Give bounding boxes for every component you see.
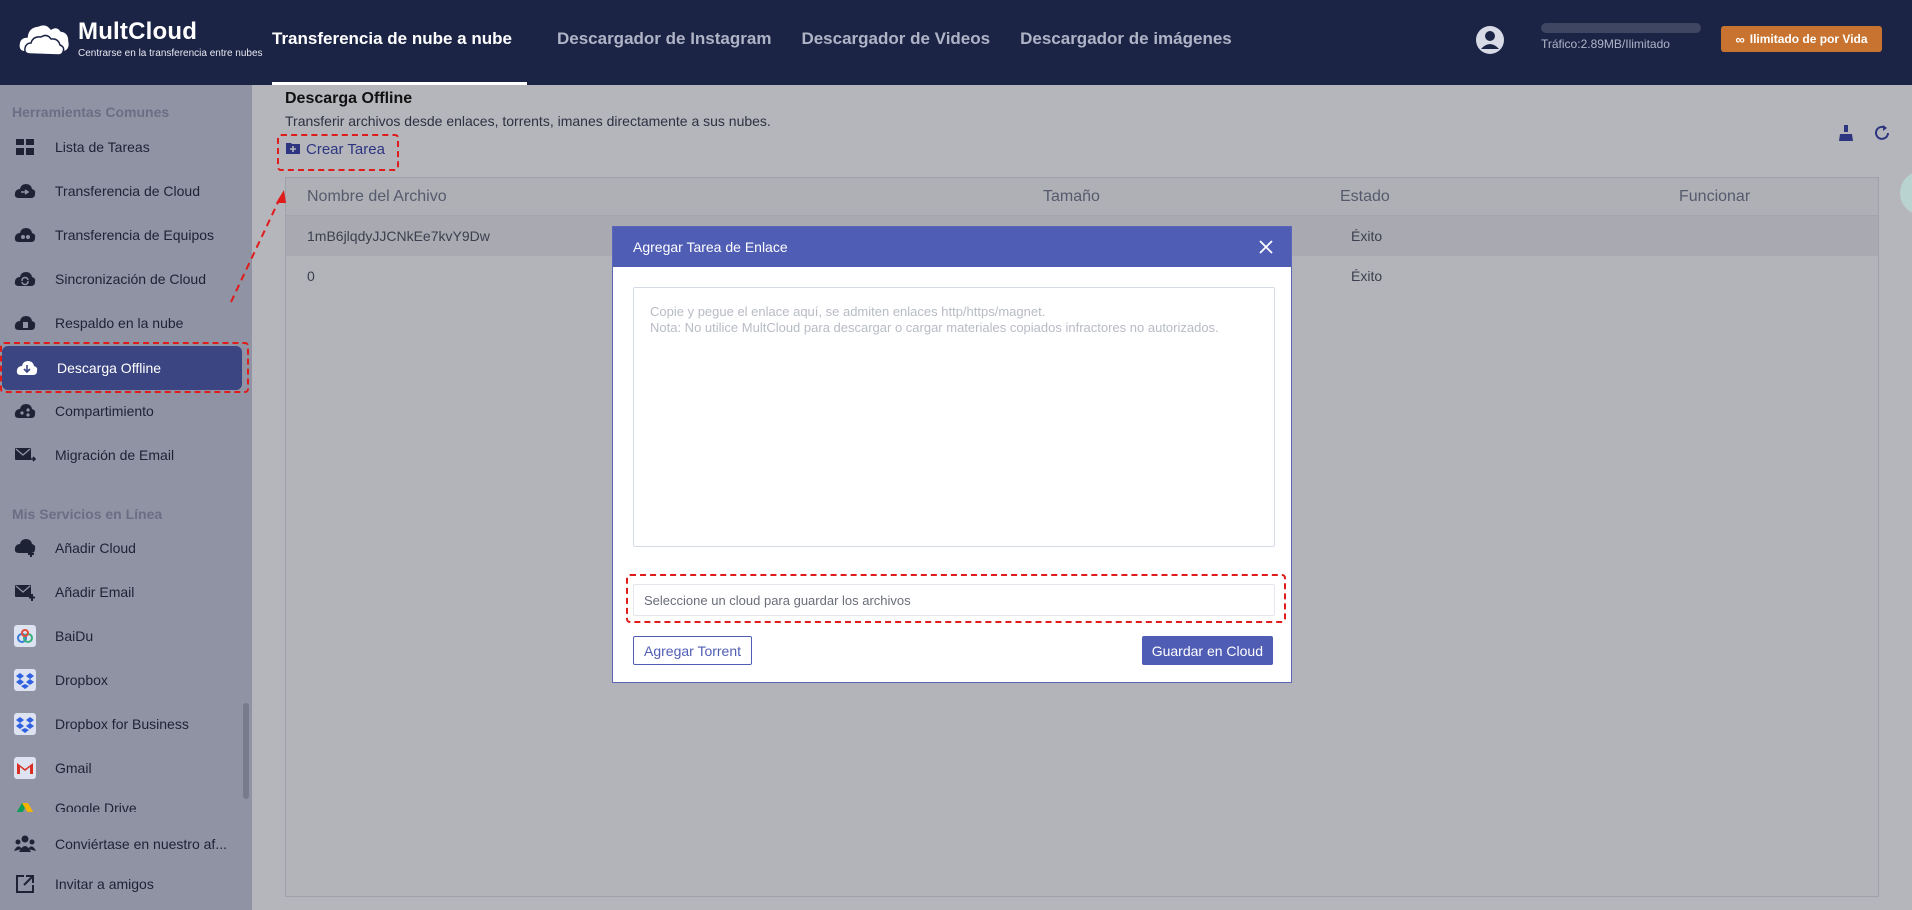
section-online-services: Mis Servicios en Línea (12, 506, 163, 522)
unlimited-upgrade-button[interactable]: ∞ Ilimitado de por Vida (1721, 26, 1882, 52)
save-to-cloud-button[interactable]: Guardar en Cloud (1141, 636, 1273, 665)
sidebar-item-label: Compartimiento (55, 403, 154, 419)
infinity-icon: ∞ (1735, 31, 1745, 47)
sidebar-scrollbar[interactable] (243, 703, 249, 799)
traffic-text: Tráfico:2.89MB/Ilimitado (1541, 37, 1670, 51)
dropbox-business-icon (13, 712, 37, 736)
page-title: Descarga Offline (285, 90, 413, 107)
email-migration-icon (13, 443, 37, 467)
team-transfer-icon (13, 223, 37, 247)
link-textarea[interactable]: Copie y pegue el enlace aquí, se admiten… (633, 287, 1275, 547)
add-email-icon (13, 580, 37, 604)
sidebar-item-add-email[interactable]: Añadir Email (0, 570, 248, 614)
sidebar-item-label: Google Drive (55, 800, 137, 812)
affiliate-icon (13, 832, 37, 856)
baidu-icon (13, 624, 37, 648)
column-size: Tamaño (1043, 187, 1100, 205)
logo[interactable]: MultCloud Centrarse en la transferencia … (16, 18, 263, 60)
sidebar-item-dropbox[interactable]: Dropbox (0, 658, 248, 702)
top-nav: Transferencia de nube a nube Descargador… (272, 0, 1247, 85)
sidebar-item-label: Lista de Tareas (55, 139, 150, 155)
sidebar-item-label: Transferencia de Cloud (55, 183, 201, 199)
sidebar-item-label: BaiDu (55, 628, 94, 644)
google-drive-icon (13, 800, 37, 812)
sidebar-item-label: Añadir Email (55, 584, 135, 600)
sidebar-item-dropbox-business[interactable]: Dropbox for Business (0, 702, 248, 746)
dropbox-icon (13, 668, 37, 692)
row-status: Éxito (1351, 228, 1383, 244)
sidebar-item-gmail[interactable]: Gmail (0, 746, 248, 790)
sidebar-item-team-transfer[interactable]: Transferencia de Equipos (0, 213, 248, 257)
sidebar-item-cloud-sync[interactable]: Sincronización de Cloud (0, 257, 248, 301)
sidebar-item-add-cloud[interactable]: Añadir Cloud (0, 526, 248, 570)
nav-cloud-to-cloud[interactable]: Transferencia de nube a nube (272, 0, 527, 85)
table-header: Nombre del Archivo Tamaño Estado Funcion… (286, 178, 1878, 216)
refresh-icon[interactable] (1870, 121, 1894, 145)
share-icon (13, 399, 37, 423)
cloud-backup-icon (13, 311, 37, 335)
traffic-meter: Tráfico:2.89MB/Ilimitado (1541, 23, 1701, 51)
sidebar-item-label: Invitar a amigos (55, 876, 154, 892)
link-placeholder-line2: Nota: No utilice MultCloud para descarga… (650, 320, 1219, 335)
grid-icon (13, 135, 37, 159)
sidebar: Herramientas Comunes Lista de Tareas Tra… (0, 85, 252, 910)
user-avatar-icon[interactable] (1475, 25, 1505, 55)
sidebar-item-label: Respaldo en la nube (55, 315, 184, 331)
cloud-logo-icon (16, 18, 72, 60)
column-file-name: Nombre del Archivo (307, 187, 447, 205)
sidebar-item-task-list[interactable]: Lista de Tareas (0, 125, 248, 169)
close-icon[interactable] (1257, 238, 1275, 256)
top-bar: MultCloud Centrarse en la transferencia … (0, 0, 1912, 85)
column-actions: Funcionar (1679, 187, 1751, 205)
invite-icon (13, 872, 37, 896)
gmail-icon (13, 756, 37, 780)
cloud-transfer-icon (13, 179, 37, 203)
nav-video-downloader[interactable]: Descargador de Videos (786, 0, 1005, 85)
column-status: Estado (1340, 187, 1390, 205)
sidebar-item-label: Dropbox (55, 672, 108, 688)
sidebar-item-label: Conviértase en nuestro af... (55, 836, 227, 852)
row-status: Éxito (1351, 268, 1383, 284)
link-placeholder-line1: Copie y pegue el enlace aquí, se admiten… (650, 304, 1046, 319)
sidebar-item-baidu[interactable]: BaiDu (0, 614, 248, 658)
section-common-tools: Herramientas Comunes (12, 104, 170, 120)
logo-subtitle: Centrarse en la transferencia entre nube… (78, 48, 263, 59)
sidebar-item-cloud-transfer[interactable]: Transferencia de Cloud (0, 169, 248, 213)
page-subtitle: Transferir archivos desde enlaces, torre… (285, 113, 771, 129)
dialog-header: Agregar Tarea de Enlace (613, 227, 1291, 267)
sidebar-item-email-migration[interactable]: Migración de Email (0, 433, 248, 477)
sidebar-item-label: Transferencia de Equipos (55, 227, 215, 243)
row-file-name: 0 (307, 268, 315, 284)
unlimited-upgrade-label: Ilimitado de por Vida (1749, 32, 1868, 46)
traffic-bar (1541, 23, 1701, 33)
highlight-offline-download (0, 342, 249, 393)
side-widget[interactable] (1900, 171, 1912, 215)
add-torrent-button[interactable]: Agregar Torrent (633, 636, 753, 665)
dialog-title: Agregar Tarea de Enlace (633, 239, 788, 255)
sidebar-item-label: Añadir Cloud (55, 540, 136, 556)
add-cloud-icon (13, 536, 37, 560)
sidebar-item-google-drive[interactable]: Google Drive (0, 790, 248, 812)
nav-instagram-downloader[interactable]: Descargador de Instagram (542, 0, 786, 85)
logo-title: MultCloud (78, 18, 198, 45)
sidebar-item-sharing[interactable]: Compartimiento (0, 389, 248, 433)
highlight-cloud-select (626, 574, 1286, 623)
sidebar-item-label: Dropbox for Business (55, 716, 189, 732)
sidebar-item-invite-friends[interactable]: Invitar a amigos (0, 862, 248, 906)
sidebar-item-label: Sincronización de Cloud (55, 271, 206, 287)
highlight-create-task (277, 134, 399, 171)
row-file-name: 1mB6jlqdyJJCNkEe7kvY9Dw (307, 228, 490, 244)
sidebar-item-label: Gmail (55, 760, 92, 776)
toolbar (1822, 121, 1894, 145)
sidebar-item-affiliate[interactable]: Conviértase en nuestro af... (0, 822, 248, 866)
sidebar-item-label: Migración de Email (55, 447, 175, 463)
nav-image-downloader[interactable]: Descargador de imágenes (1005, 0, 1247, 85)
cloud-sync-icon (13, 267, 37, 291)
clear-icon[interactable] (1834, 121, 1858, 145)
sidebar-item-cloud-backup[interactable]: Respaldo en la nube (0, 301, 248, 345)
